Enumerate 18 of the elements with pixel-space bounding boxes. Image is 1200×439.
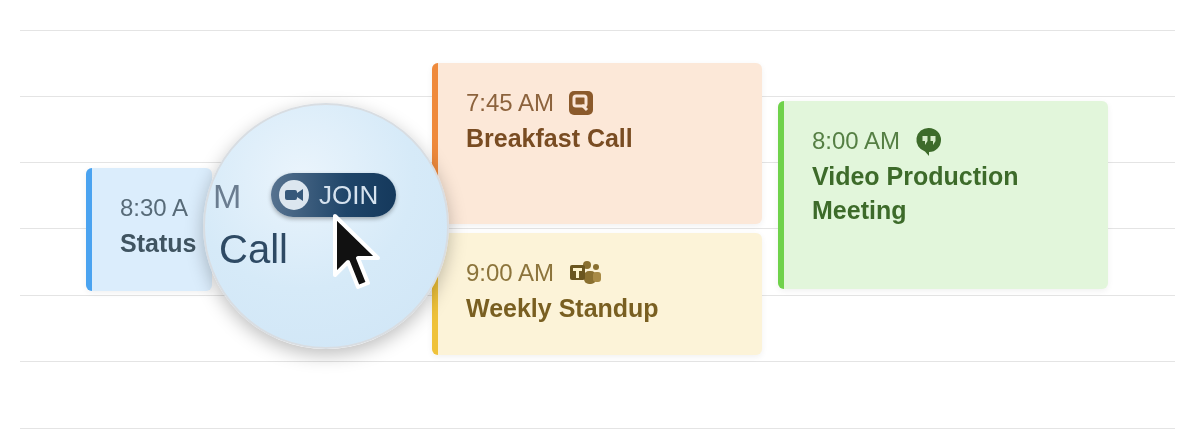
event-card[interactable]: 7:45 AM Breakfast Call xyxy=(432,63,762,224)
event-time: 8:30 A xyxy=(120,194,189,222)
event-time: 8:00 AM xyxy=(812,127,901,155)
event-time: 7:45 AM xyxy=(466,89,555,117)
video-camera-icon xyxy=(277,178,311,212)
event-title: Video Production Meeting xyxy=(812,161,1020,226)
join-button[interactable]: JOIN xyxy=(271,173,397,217)
event-card[interactable]: 8:30 A Status xyxy=(86,168,212,291)
event-time: M xyxy=(213,177,242,216)
event-time: 9:00 AM xyxy=(466,259,555,287)
event-card[interactable]: 9:00 AM Weekly Standup xyxy=(432,233,762,355)
event-title: Breakfast Call xyxy=(466,123,633,154)
event-title: Call xyxy=(219,227,288,272)
event-title: Status xyxy=(120,228,197,259)
event-title: Weekly Standup xyxy=(466,293,659,324)
event-card[interactable]: 8:00 AM Video Production Meeting xyxy=(778,101,1108,289)
square-logo-icon xyxy=(568,90,595,116)
people-logo-icon xyxy=(568,260,603,286)
